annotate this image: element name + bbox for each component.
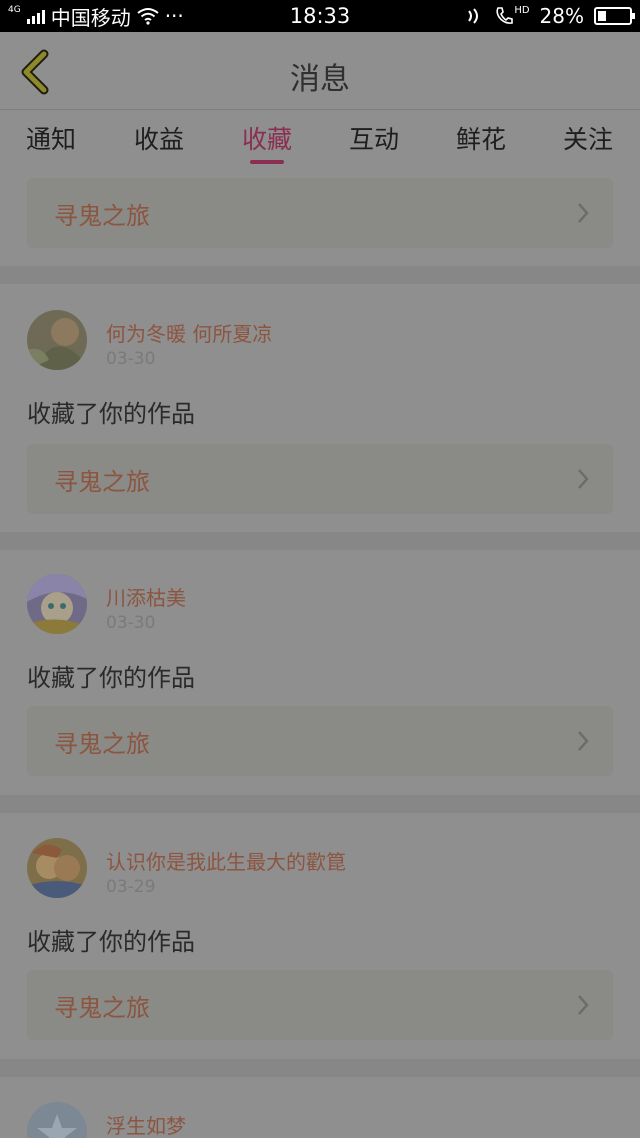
tab-flowers[interactable]: 鲜花	[456, 120, 506, 156]
avatar[interactable]	[27, 574, 87, 634]
battery-icon	[594, 7, 635, 25]
tab-interactions[interactable]: 互动	[349, 120, 399, 156]
chevron-right-icon	[578, 203, 589, 223]
tab-earnings[interactable]: 收益	[134, 120, 184, 156]
more-dots: ···	[164, 4, 184, 28]
work-link-card[interactable]: 寻鬼之旅	[27, 706, 613, 776]
divider	[0, 266, 640, 284]
status-bar: 4G 中国移动 ··· 18:33 HD 28%	[0, 0, 640, 32]
page-title: 消息	[290, 62, 350, 97]
divider	[0, 532, 640, 550]
chevron-right-icon	[578, 731, 589, 751]
message-date: 03-29	[106, 877, 156, 897]
active-tab-indicator	[250, 160, 284, 164]
tab-bar: 通知 收益 收藏 互动 鲜花 关注	[0, 110, 640, 168]
chevron-right-icon	[578, 995, 589, 1015]
work-title: 寻鬼之旅	[54, 729, 150, 758]
message-text: 收藏了你的作品	[27, 664, 195, 692]
chevron-right-icon	[578, 469, 589, 489]
work-title: 寻鬼之旅	[54, 467, 150, 496]
user-name[interactable]: 何为冬暖 何所夏凉	[106, 318, 272, 347]
work-link-card[interactable]: 寻鬼之旅	[27, 444, 613, 514]
work-link-card[interactable]: 寻鬼之旅	[27, 178, 613, 248]
message-date: 03-30	[106, 613, 156, 633]
carrier-name: 中国移动	[50, 5, 131, 30]
hd-label: HD	[514, 5, 530, 16]
phone-icon	[496, 7, 514, 24]
nfc-icon	[468, 8, 479, 24]
page-header: 消息	[0, 32, 640, 110]
user-name[interactable]: 认识你是我此生最大的歡箟	[106, 846, 346, 875]
tab-notifications[interactable]: 通知	[26, 120, 76, 156]
signal-icon	[26, 8, 45, 24]
network-type: 4G	[8, 4, 21, 15]
tab-follows[interactable]: 关注	[563, 120, 613, 156]
work-link-card[interactable]: 寻鬼之旅	[27, 970, 613, 1040]
avatar[interactable]	[27, 1102, 87, 1138]
divider	[0, 1059, 640, 1077]
divider	[0, 795, 640, 813]
user-name[interactable]: 浮生如梦	[106, 1110, 186, 1138]
message-list: 寻鬼之旅 何为冬暖 何所夏凉 03-30 收藏了你的作品 寻鬼之旅 川添枯美 0…	[0, 168, 640, 1138]
message-date: 03-30	[106, 349, 156, 369]
avatar[interactable]	[27, 310, 87, 370]
wifi-icon	[137, 8, 159, 25]
avatar[interactable]	[27, 838, 87, 898]
tab-favorites[interactable]: 收藏	[242, 120, 292, 156]
message-text: 收藏了你的作品	[27, 928, 195, 956]
message-text: 收藏了你的作品	[27, 400, 195, 428]
user-name[interactable]: 川添枯美	[106, 582, 186, 611]
work-title: 寻鬼之旅	[54, 201, 150, 230]
battery-percent: 28%	[539, 4, 584, 28]
work-title: 寻鬼之旅	[54, 993, 150, 1022]
